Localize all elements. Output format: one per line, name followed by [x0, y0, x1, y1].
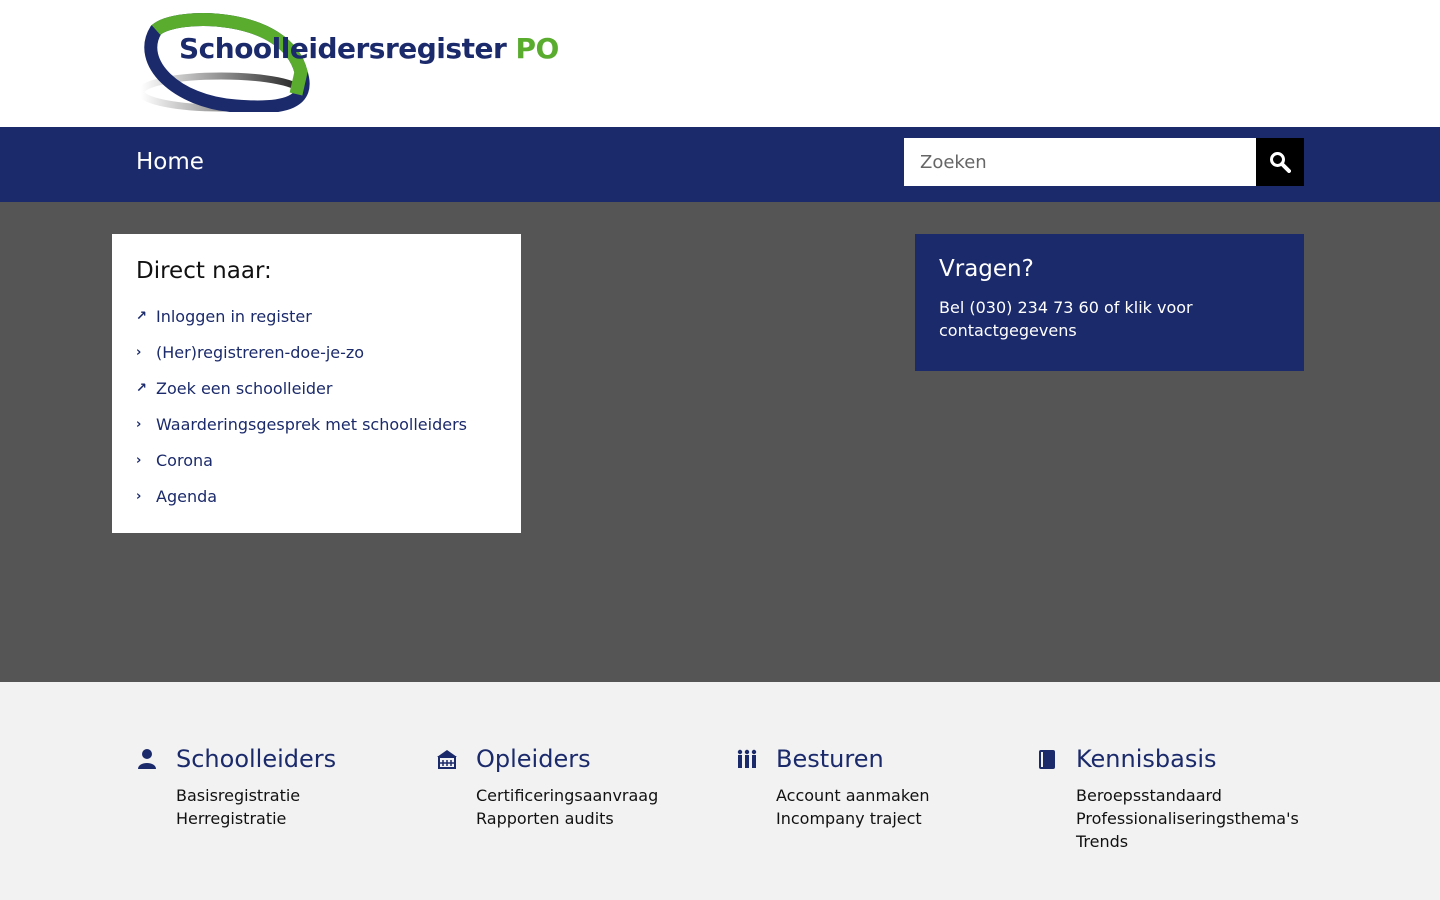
- chevron-right-icon: ›: [136, 488, 142, 504]
- nav-home[interactable]: Home: [136, 149, 204, 175]
- footer-col-kennisbasis: Kennisbasis Beroepsstandaard Professional…: [1036, 744, 1326, 853]
- footer-title[interactable]: Kennisbasis: [1076, 745, 1217, 773]
- direct-naar-panel: Direct naar: ↗ Inloggen in register › (Her…: [112, 234, 521, 533]
- direct-link[interactable]: Waarderingsgesprek met schoolleiders: [156, 415, 467, 434]
- footer-link[interactable]: Trends: [1076, 830, 1326, 853]
- external-arrow-icon: ↗: [136, 380, 147, 396]
- direct-item[interactable]: › (Her)registreren-doe-je-zo: [136, 334, 497, 370]
- footer-title[interactable]: Opleiders: [476, 745, 591, 773]
- person-icon: [136, 748, 176, 770]
- group-icon: [736, 748, 776, 770]
- chevron-right-icon: ›: [136, 452, 142, 468]
- logo-text: Schoolleidersregister: [179, 32, 507, 65]
- footer-link[interactable]: Account aanmaken: [776, 784, 1026, 807]
- direct-item[interactable]: › Waarderingsgesprek met schoolleiders: [136, 406, 497, 442]
- header: Schoolleidersregister PO: [0, 0, 1440, 127]
- direct-item[interactable]: ↗ Zoek een schoolleider: [136, 370, 497, 406]
- footer-link[interactable]: Rapporten audits: [476, 807, 726, 830]
- footer-link[interactable]: Incompany traject: [776, 807, 1026, 830]
- footer-title[interactable]: Besturen: [776, 745, 884, 773]
- direct-link[interactable]: Zoek een schoolleider: [156, 379, 332, 398]
- external-arrow-icon: ↗: [136, 308, 147, 324]
- footer-col-schoolleiders: Schoolleiders Basisregistratie Herregistr…: [136, 744, 426, 830]
- search-button[interactable]: [1256, 138, 1304, 186]
- nav-bar: Home: [0, 127, 1440, 202]
- footer-link[interactable]: Basisregistratie: [176, 784, 426, 807]
- footer-col-opleiders: Opleiders Certificeringsaanvraag Rapporte…: [436, 744, 726, 830]
- book-icon: [1036, 748, 1076, 770]
- footer-link[interactable]: Certificeringsaanvraag: [476, 784, 726, 807]
- main-content: Direct naar: ↗ Inloggen in register › (Her…: [0, 202, 1440, 682]
- school-icon: [436, 748, 476, 770]
- direct-link[interactable]: Corona: [156, 451, 213, 470]
- footer-link[interactable]: Beroepsstandaard: [1076, 784, 1326, 807]
- vragen-title-link[interactable]: Vragen?: [939, 256, 1034, 282]
- vragen-panel: Vragen? Bel (030) 234 73 60 of klik voor…: [915, 234, 1304, 371]
- direct-link[interactable]: Inloggen in register: [156, 307, 312, 326]
- logo-suffix: PO: [515, 32, 560, 65]
- chevron-right-icon: ›: [136, 416, 142, 432]
- search-input[interactable]: [904, 138, 1256, 186]
- footer-col-besturen: Besturen Account aanmaken Incompany traje…: [736, 744, 1026, 830]
- direct-title: Direct naar:: [136, 258, 272, 284]
- footer: Schoolleiders Basisregistratie Herregistr…: [0, 682, 1440, 900]
- chevron-right-icon: ›: [136, 344, 142, 360]
- contact-link[interactable]: Bel (030) 234 73 60 of klik voor contact…: [939, 298, 1193, 340]
- footer-link[interactable]: Professionaliseringsthema's: [1076, 807, 1326, 830]
- direct-item[interactable]: › Agenda: [136, 478, 497, 514]
- footer-link[interactable]: Herregistratie: [176, 807, 426, 830]
- direct-item[interactable]: ↗ Inloggen in register: [136, 298, 497, 334]
- direct-link[interactable]: (Her)registreren-doe-je-zo: [156, 343, 364, 362]
- direct-item[interactable]: › Corona: [136, 442, 497, 478]
- search-icon: [1270, 152, 1291, 173]
- direct-link[interactable]: Agenda: [156, 487, 217, 506]
- footer-title[interactable]: Schoolleiders: [176, 745, 336, 773]
- logo[interactable]: Schoolleidersregister PO: [136, 12, 559, 114]
